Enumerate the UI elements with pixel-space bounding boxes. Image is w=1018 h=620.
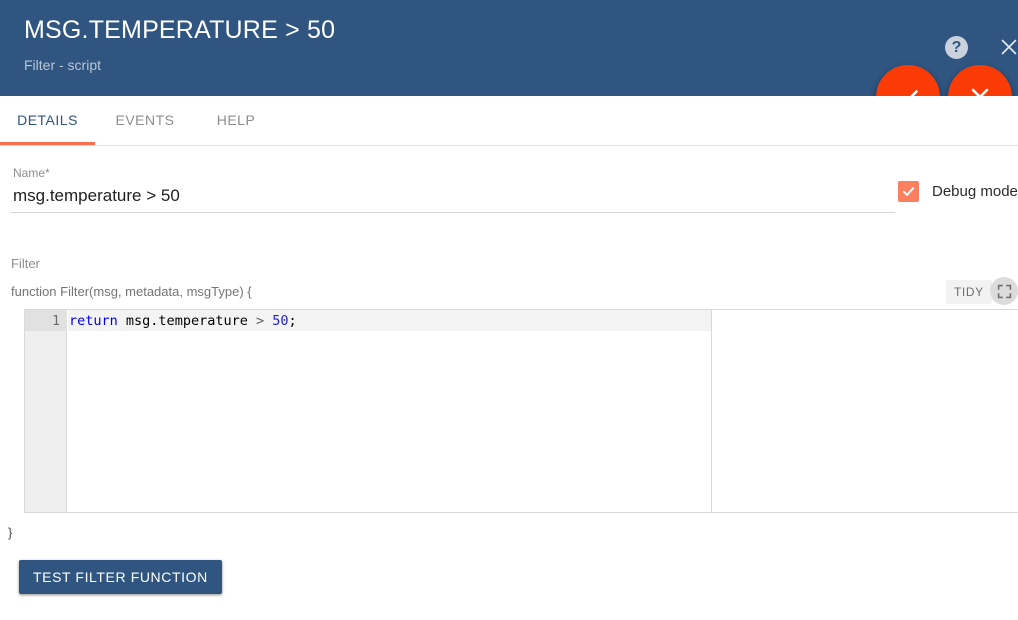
tab-bar: DETAILS EVENTS HELP [0,96,1018,146]
dialog-header: MSG.TEMPERATURE > 50 Filter - script ? [0,0,1018,96]
code-editor[interactable]: 1 return msg.temperature > 50; [24,309,1018,513]
code-token-number: 50 [272,313,288,329]
tab-details-label: DETAILS [17,112,78,128]
tab-help-label: HELP [217,112,256,128]
editor-gutter-active-line [25,310,67,331]
filter-section-label: Filter [11,256,40,271]
name-input-underline [10,212,895,213]
editor-code-line[interactable]: return msg.temperature > 50; [69,312,297,330]
editor-line-number: 1 [52,312,60,332]
name-field-label-text: Name [13,166,45,180]
filter-script-dialog: MSG.TEMPERATURE > 50 Filter - script ? D… [0,0,1018,620]
debug-mode-label: Debug mode [932,183,1018,200]
name-field-label: Name* [13,166,50,180]
help-circle-icon[interactable]: ? [945,36,968,59]
tab-active-indicator [0,142,95,145]
tidy-button[interactable]: TIDY [946,280,992,304]
code-token-operator: > [256,313,264,329]
editor-gutter: 1 [25,310,67,512]
code-space-2 [248,313,256,329]
tab-events[interactable]: EVENTS [95,96,195,145]
fullscreen-expand-icon [997,284,1012,299]
tab-events-label: EVENTS [115,112,174,128]
required-asterisk: * [45,166,50,180]
fullscreen-expand-button[interactable] [990,277,1018,305]
code-token-keyword: return [69,313,118,329]
page-title: MSG.TEMPERATURE > 50 [24,16,335,45]
close-icon[interactable] [998,36,1018,58]
tab-help[interactable]: HELP [195,96,277,145]
editor-print-margin-ruler [711,310,712,512]
function-closing-brace: } [8,525,12,540]
function-signature-line: function Filter(msg, metadata, msgType) … [11,284,252,299]
code-token-identifier: msg.temperature [126,313,248,329]
tab-details[interactable]: DETAILS [0,96,95,145]
debug-mode-checkbox[interactable]: Debug mode [898,181,1018,202]
code-token-punctuation: ; [289,313,297,329]
code-space-1 [118,313,126,329]
dialog-subtitle: Filter - script [24,57,101,73]
checkbox-checked-icon [898,181,919,202]
name-input[interactable] [13,186,883,206]
test-filter-function-button[interactable]: TEST FILTER FUNCTION [19,560,222,594]
